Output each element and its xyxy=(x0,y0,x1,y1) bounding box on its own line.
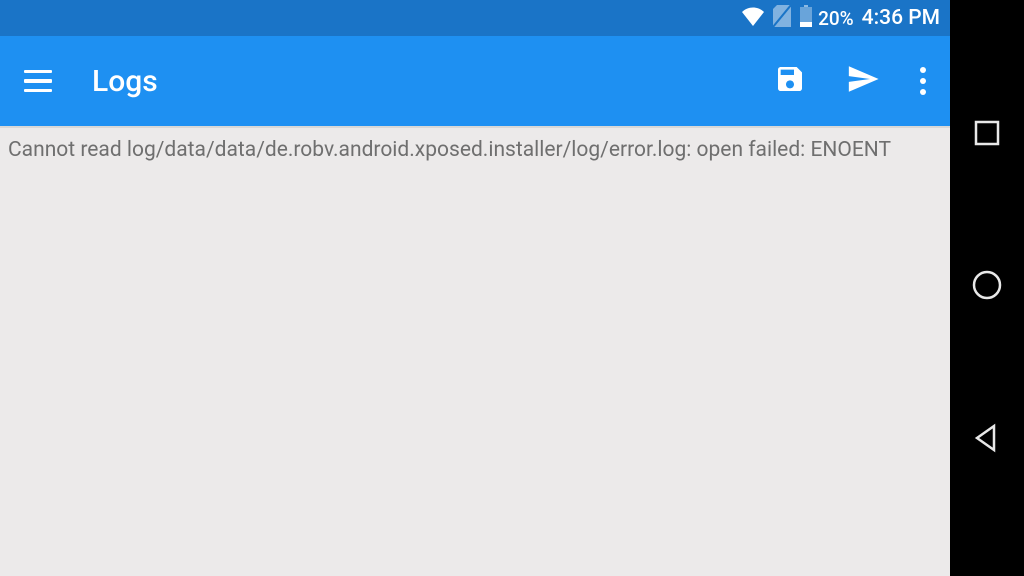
app-bar: Logs xyxy=(0,36,950,128)
home-button[interactable] xyxy=(971,269,1003,305)
wifi-icon xyxy=(741,6,765,31)
battery-icon xyxy=(799,5,813,32)
menu-icon[interactable] xyxy=(24,70,52,93)
back-button[interactable] xyxy=(972,423,1002,457)
android-nav-bar xyxy=(950,0,1024,576)
page-title: Logs xyxy=(92,64,734,99)
overflow-menu-icon[interactable] xyxy=(920,67,926,95)
log-content: Cannot read log/data/data/de.robv.androi… xyxy=(0,128,950,576)
status-bar: 20% 4:36 PM xyxy=(0,0,950,36)
log-message: Cannot read log/data/data/de.robv.androi… xyxy=(8,138,942,162)
battery-percent: 20% xyxy=(818,7,854,30)
send-icon[interactable] xyxy=(846,62,880,100)
no-sim-icon xyxy=(773,5,791,32)
save-icon[interactable] xyxy=(774,63,806,99)
recent-apps-button[interactable] xyxy=(973,119,1001,151)
clock: 4:36 PM xyxy=(862,6,940,30)
